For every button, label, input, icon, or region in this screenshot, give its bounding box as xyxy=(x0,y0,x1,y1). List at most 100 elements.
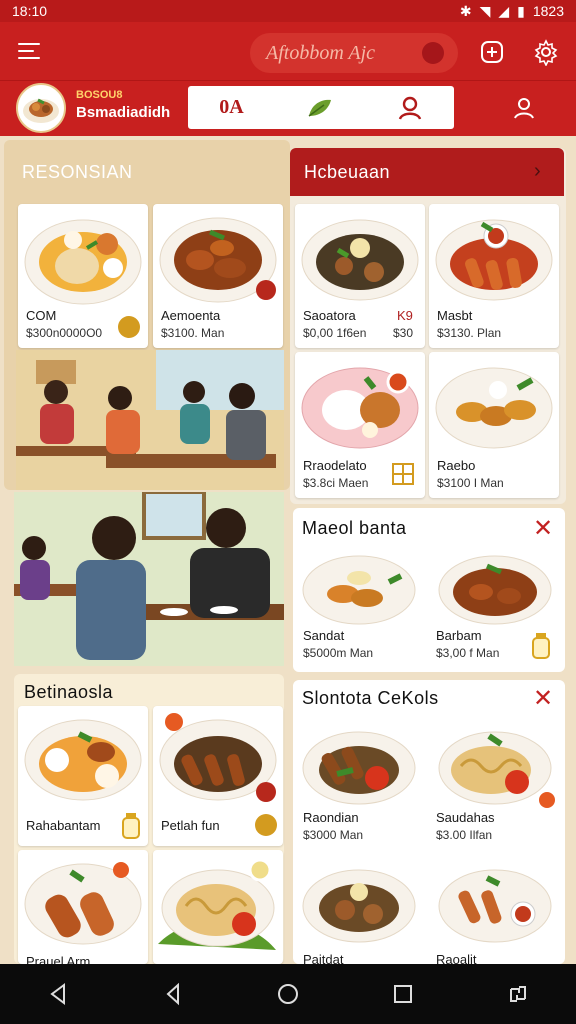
system-navigation-bar xyxy=(0,964,576,1024)
card-price: $3100 I Man xyxy=(437,476,504,490)
card-price: $3,00 f Man xyxy=(436,646,500,660)
dish-image xyxy=(302,869,416,943)
card-price: $0,00 1f6en xyxy=(303,326,367,340)
record-icon[interactable] xyxy=(422,42,444,64)
dish-image xyxy=(24,219,142,305)
menu-card-saudahas[interactable]: Saudahas $3.00 Ilfan xyxy=(428,714,562,848)
menu-card-raebo[interactable]: Raebo $3100 I Man xyxy=(429,352,559,498)
menu-card-com[interactable]: COM $300n0000O0 xyxy=(18,204,148,348)
battery-level: 1823 xyxy=(532,3,564,19)
card-name: Paitdat xyxy=(303,952,344,964)
dish-image xyxy=(24,719,142,801)
menu-card-rahabantam[interactable]: Rahabantam xyxy=(18,706,148,846)
card-extra-price: $30 xyxy=(393,326,414,340)
status-bar: 18:10 ✱ ◥ ◢ ▮ 1823 xyxy=(0,0,576,22)
card-name: Raebo xyxy=(437,458,476,473)
menu-card-aemoenta[interactable]: Aemoenta $3100. Man xyxy=(153,204,283,348)
card-extra-badge: K9 xyxy=(397,308,413,323)
menu-card-rraodelato[interactable]: Rraodelato $3.8ci Maen xyxy=(295,352,425,498)
menu-card-raondian[interactable]: Raondian $3000 Man xyxy=(295,714,423,848)
menu-card-saoatora[interactable]: Saoatora $0,00 1f6en K9 $30 xyxy=(295,204,425,348)
dining-illustration-1 xyxy=(16,350,284,490)
dish-image xyxy=(435,367,553,449)
card-price: $3.8ci Maen xyxy=(303,476,369,490)
status-icons: ✱ ◥ ◢ ▮ 1823 xyxy=(460,3,564,20)
close-icon[interactable]: ✕ xyxy=(532,517,554,541)
menu-card-masbt[interactable]: Masbt $3130. Plan xyxy=(429,204,559,348)
jar-icon[interactable] xyxy=(120,812,142,840)
dish-image xyxy=(158,858,276,950)
menu-card-prauel-arm[interactable]: Prauel Arm xyxy=(18,850,148,964)
card-name: Saudahas xyxy=(436,810,495,825)
dish-image xyxy=(435,219,553,301)
dish-image xyxy=(301,219,419,301)
card-price: $3100. Man xyxy=(161,326,225,340)
dish-image xyxy=(301,367,419,449)
coin-icon xyxy=(255,814,277,836)
card-name: Raondian xyxy=(303,810,359,825)
card-name: Sandat xyxy=(303,628,345,643)
dish-image xyxy=(438,731,555,808)
brand-subtitle: BOSOU8 xyxy=(76,89,123,101)
dish-image xyxy=(302,555,416,625)
coin-icon xyxy=(118,316,140,338)
card-name: Rahabantam xyxy=(26,818,101,833)
status-time: 18:10 xyxy=(12,3,48,19)
menu-card-sandat[interactable]: Sandat $5000m Man xyxy=(295,544,423,670)
search-text: Aftobbom Ajc xyxy=(266,41,376,64)
menu-card-noodles[interactable] xyxy=(153,850,283,964)
jar-icon[interactable] xyxy=(530,632,552,660)
card-name: Masbt xyxy=(437,308,473,323)
tab-oa[interactable]: 0A xyxy=(219,96,243,119)
bottom-right-section-title: Slontota CeKols xyxy=(302,688,439,708)
dish-image xyxy=(302,731,416,805)
add-icon[interactable] xyxy=(478,38,506,66)
card-name: Saoatora xyxy=(303,308,356,323)
card-name: Raoalit xyxy=(436,952,477,964)
chevron-right-icon[interactable]: › xyxy=(534,160,541,183)
leaf-icon[interactable] xyxy=(306,96,334,120)
menu-icon[interactable] xyxy=(18,43,42,59)
home-icon[interactable] xyxy=(275,981,301,1007)
mid-right-section-title: Maeol banta xyxy=(302,518,407,538)
restaurant-logo[interactable] xyxy=(16,83,66,133)
menu-card-barbam[interactable]: Barbam $3,00 f Man xyxy=(428,544,562,670)
dish-image xyxy=(159,713,277,802)
profile-icon[interactable] xyxy=(510,94,538,122)
back-alt-icon[interactable] xyxy=(160,981,186,1007)
back-icon[interactable] xyxy=(45,981,71,1007)
dish-image xyxy=(159,217,277,303)
dish-image xyxy=(438,869,552,943)
menu-card-raoalit[interactable]: Raoalit xyxy=(428,852,562,964)
search-bar[interactable]: Aftobbom Ajc xyxy=(250,33,458,73)
wifi-icon: ◥ xyxy=(479,2,491,19)
card-price: $3130. Plan xyxy=(437,326,502,340)
menu-card-petlah-fun[interactable]: Petlah fun xyxy=(153,706,283,846)
dish-image xyxy=(438,555,552,625)
dish-image xyxy=(24,862,142,945)
card-name: Barbam xyxy=(436,628,482,643)
signal-icon: ◢ xyxy=(498,2,510,19)
right-section-title: Hcbeuaan xyxy=(304,162,391,182)
header-tabs: 0A xyxy=(188,86,454,129)
battery-icon: ▮ xyxy=(517,2,525,19)
card-name: COM xyxy=(26,308,57,323)
bottom-left-section-title: Betinaosla xyxy=(24,682,114,702)
brand-name: Bsmadiadidh xyxy=(76,104,171,121)
card-name: Prauel Arm xyxy=(26,954,91,964)
grid-icon[interactable] xyxy=(391,462,415,486)
recents-icon[interactable] xyxy=(390,981,416,1007)
card-price: $300n0000O0 xyxy=(26,326,103,340)
left-section-title: RESONSIAN xyxy=(22,162,133,182)
card-price: $5000m Man xyxy=(303,646,374,660)
close-icon[interactable]: ✕ xyxy=(532,687,554,711)
bluetooth-icon: ✱ xyxy=(459,2,472,19)
card-price: $3000 Man xyxy=(303,828,364,842)
dining-illustration-2 xyxy=(14,492,284,666)
menu-card-paitdat[interactable]: Paitdat xyxy=(295,852,423,964)
card-name: Petlah fun xyxy=(161,818,220,833)
settings-gear-icon[interactable] xyxy=(532,38,560,66)
card-name: Aemoenta xyxy=(161,308,221,323)
rotate-icon[interactable] xyxy=(505,981,531,1007)
user-icon[interactable] xyxy=(397,95,423,121)
